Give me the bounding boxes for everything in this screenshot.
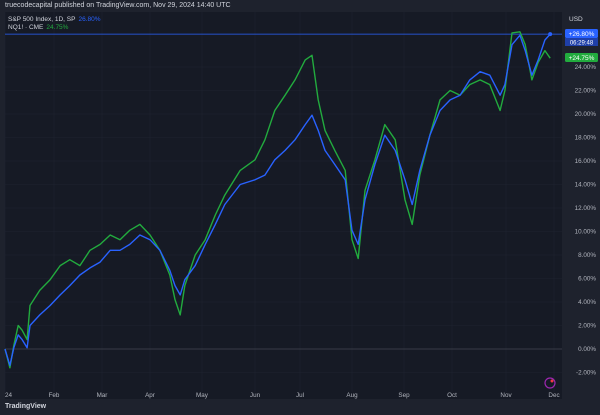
currency-label[interactable]: USD: [566, 15, 586, 24]
nq-badge: +24.75%: [569, 55, 595, 62]
plot-background: [5, 12, 562, 399]
publisher-line: truecodecapital published on TradingView…: [5, 2, 231, 9]
spx-timer: 06:29:48: [570, 41, 594, 47]
x-tick-label: Nov: [500, 392, 512, 399]
legend-spx[interactable]: S&P 500 Index, 1D, SP 26.80%: [8, 16, 101, 23]
y-tick-label: 16.00%: [575, 158, 597, 165]
y-tick-label: 18.00%: [575, 135, 597, 142]
x-tick-label: 24: [5, 392, 13, 399]
y-tick-label: 0.00%: [578, 346, 596, 353]
y-tick-label: 12.00%: [575, 205, 597, 212]
y-tick-label: 22.00%: [575, 88, 597, 95]
price-axis: -2.00% 0.00% 2.00% 4.00% 6.00% 8.00% 10.00% 12.…: [575, 64, 597, 377]
y-tick-label: 4.00%: [578, 299, 596, 306]
tradingview-logo[interactable]: TradingView: [5, 403, 46, 410]
x-tick-label: Apr: [145, 392, 155, 399]
legend-nq[interactable]: NQ1! · CME 24.75%: [8, 24, 68, 31]
x-tick-label: Jul: [296, 392, 304, 399]
badges: +26.80% 06:29:48 +24.75%: [565, 29, 598, 62]
y-tick-label: 20.00%: [575, 111, 597, 118]
x-tick-label: May: [196, 392, 209, 399]
x-tick-label: Aug: [346, 392, 358, 399]
y-tick-label: -2.00%: [576, 370, 596, 377]
y-tick-label: 8.00%: [578, 252, 596, 259]
x-tick-label: Oct: [447, 392, 457, 399]
legend-nq-name: NQ1! · CME: [8, 24, 44, 31]
spx-badge: +26.80%: [569, 31, 595, 38]
x-tick-label: Jun: [250, 392, 261, 399]
x-tick-label: Mar: [97, 392, 108, 399]
y-tick-label: 2.00%: [578, 323, 596, 330]
y-tick-label: 14.00%: [575, 182, 597, 189]
chart[interactable]: -2.00% 0.00% 2.00% 4.00% 6.00% 8.00% 10.00% 12.…: [0, 0, 600, 415]
legend-spx-name: S&P 500 Index, 1D, SP: [8, 16, 76, 23]
legend-nq-value: 24.75%: [46, 24, 69, 31]
x-tick-label: Dec: [548, 392, 559, 399]
tradingview-brand: TradingView: [5, 403, 47, 410]
y-tick-label: 24.00%: [575, 64, 597, 71]
y-tick-label: 10.00%: [575, 229, 597, 236]
y-tick-label: 6.00%: [578, 276, 596, 283]
x-tick-label: Sep: [398, 392, 410, 399]
x-tick-label: Feb: [49, 392, 60, 399]
spx-last-point: [548, 32, 553, 37]
legend-spx-value: 26.80%: [78, 16, 101, 23]
